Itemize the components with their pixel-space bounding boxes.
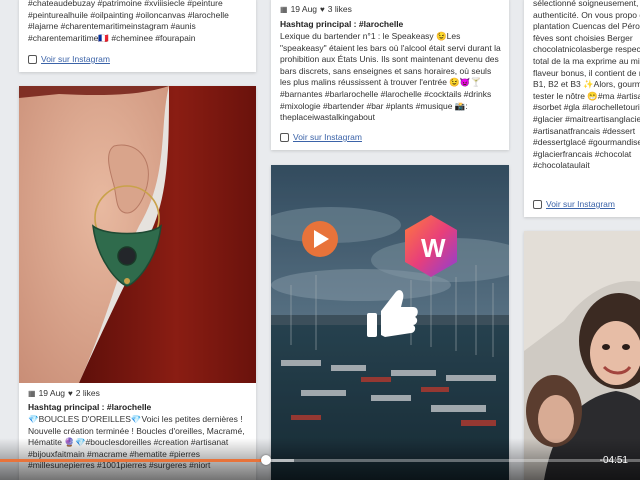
post-hashtag: Hashtag principal : #larochelle bbox=[28, 402, 152, 412]
instagram-icon bbox=[533, 199, 542, 209]
video-progress-track[interactable] bbox=[0, 459, 640, 462]
instagram-link[interactable]: Voir sur Instagram bbox=[533, 199, 615, 209]
play-icon[interactable] bbox=[302, 221, 338, 257]
post-card-middle-video: W bbox=[271, 165, 509, 480]
post-date: 19 Aug bbox=[38, 388, 66, 398]
post-meta: ▦ 19 Aug ♥ 2 likes bbox=[28, 388, 100, 398]
instagram-link-label: Voir sur Instagram bbox=[293, 132, 362, 142]
instagram-link-label: Voir sur Instagram bbox=[546, 199, 615, 209]
instagram-link[interactable]: Voir sur Instagram bbox=[280, 132, 362, 142]
heart-icon: ♥ bbox=[320, 4, 325, 14]
post-card-middle-speakeasy: ▦ 19 Aug ♥ 3 likes Hashtag principal : #… bbox=[271, 0, 509, 150]
calendar-icon: ▦ bbox=[280, 4, 288, 14]
video-remaining-time: -04:51 bbox=[599, 455, 628, 466]
heart-icon: ♥ bbox=[68, 388, 73, 398]
instagram-link[interactable]: Voir sur Instagram bbox=[28, 54, 110, 64]
instagram-link-label: Voir sur Instagram bbox=[41, 54, 110, 64]
harbour-video-thumbnail[interactable]: W bbox=[271, 165, 509, 480]
social-wall-video-frame: #chateaudebuzay #patrimoine #xviiisiecle… bbox=[0, 0, 640, 480]
post-text: #chateaudebuzay #patrimoine #xviiisiecle… bbox=[28, 0, 229, 43]
calendar-icon: ▦ bbox=[28, 388, 36, 398]
post-hashtag: Hashtag principal : #larochelle bbox=[280, 19, 404, 29]
post-likes: 3 likes bbox=[327, 4, 352, 14]
svg-text:W: W bbox=[421, 233, 446, 263]
video-scrubber-handle[interactable] bbox=[260, 455, 271, 465]
earring-photo[interactable] bbox=[19, 86, 256, 383]
post-text: sélectionné soigneusement, authenticité.… bbox=[533, 0, 640, 171]
post-text: Lexique du bartender n°1 : le Speakeasy … bbox=[280, 31, 501, 123]
instagram-icon bbox=[280, 132, 289, 142]
post-likes: 2 likes bbox=[75, 388, 100, 398]
post-card-left-top: #chateaudebuzay #patrimoine #xviiisiecle… bbox=[19, 0, 256, 72]
post-card-left-earring: ▦ 19 Aug ♥ 2 likes Hashtag principal : #… bbox=[19, 86, 256, 480]
instagram-icon bbox=[28, 54, 37, 64]
post-card-right-glacier: sélectionné soigneusement, authenticité.… bbox=[524, 0, 640, 217]
post-meta: ▦ 19 Aug ♥ 3 likes bbox=[280, 4, 352, 14]
post-date: 19 Aug bbox=[290, 4, 318, 14]
video-played-bar bbox=[0, 459, 266, 462]
